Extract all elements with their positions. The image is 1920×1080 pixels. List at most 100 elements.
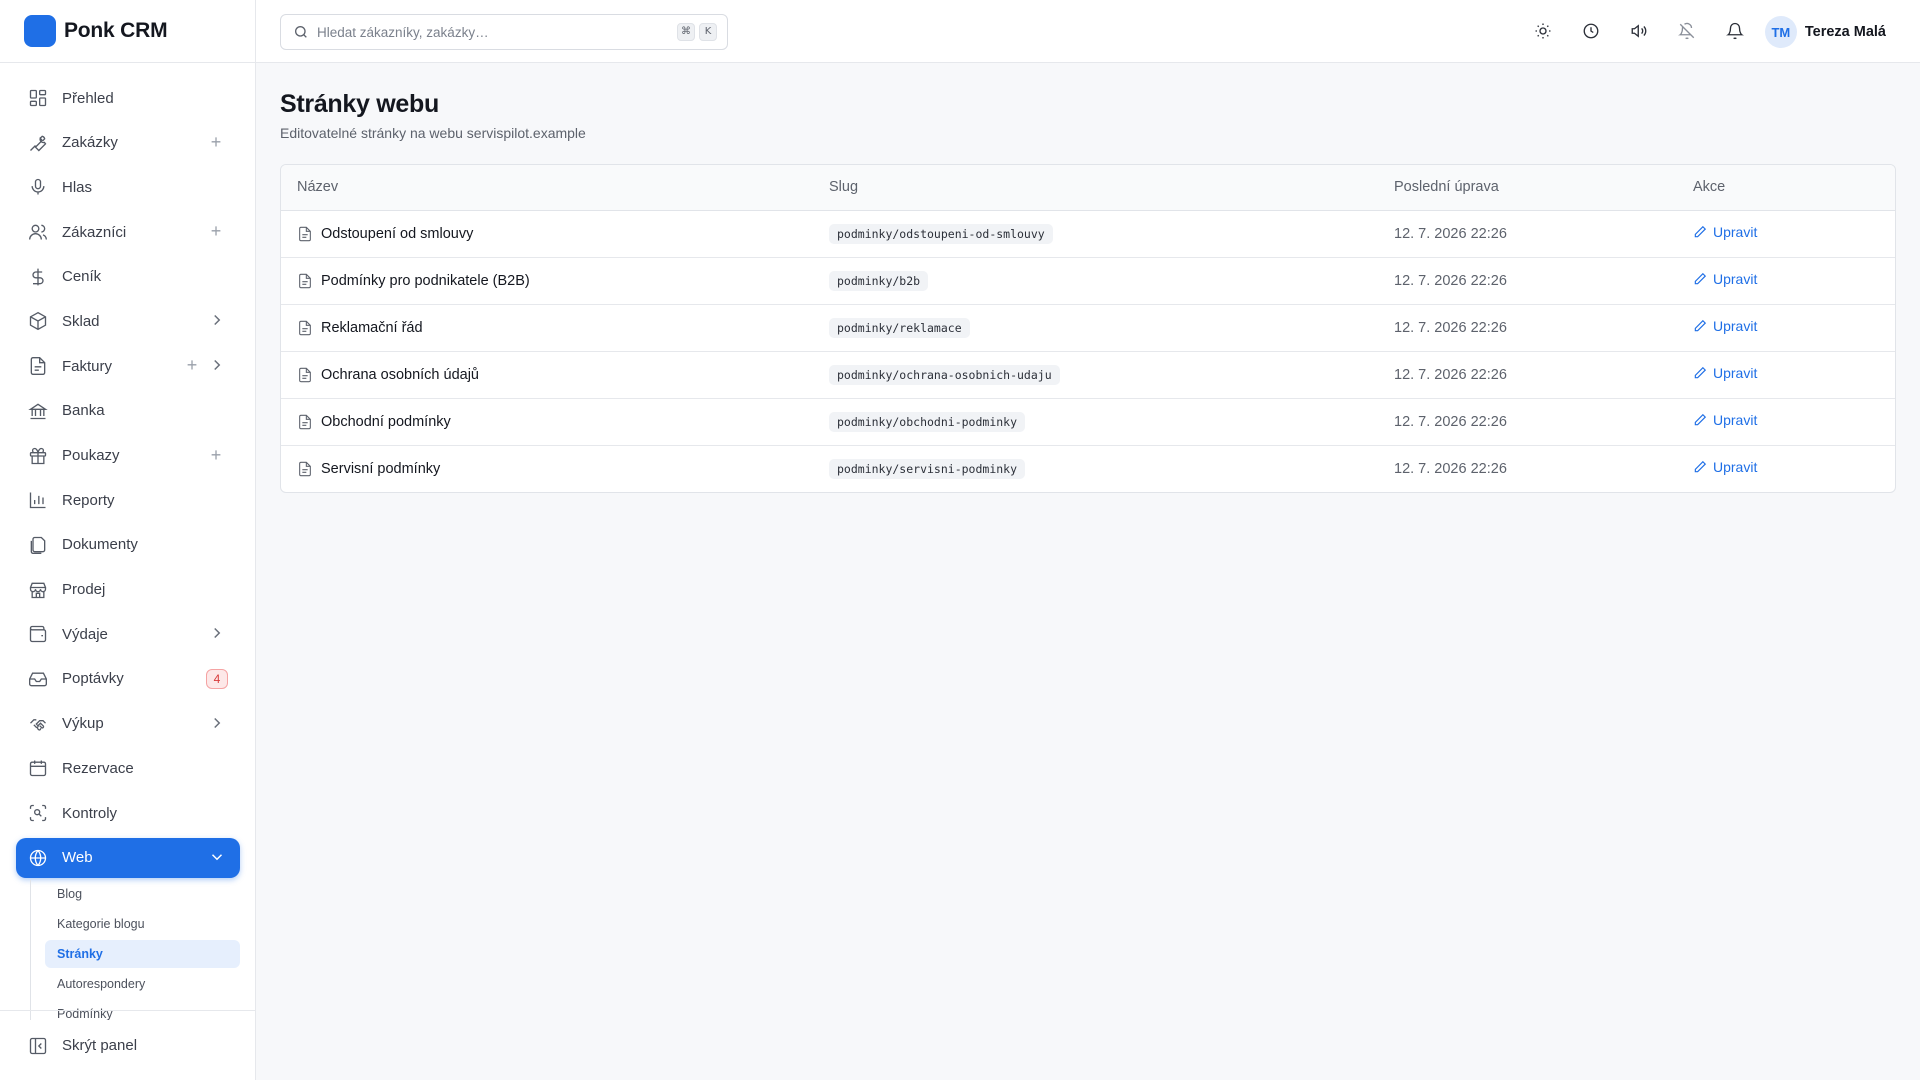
chevron-right-icon[interactable] (208, 311, 226, 329)
user-menu[interactable]: TM Tereza Malá (1764, 16, 1886, 48)
sidebar-item-label: Faktury (62, 357, 113, 375)
add-faktura-button[interactable]: + (184, 356, 200, 374)
gift-icon (28, 446, 48, 466)
column-header-posledni-uprava[interactable]: Poslední úprava (1394, 165, 1693, 211)
collapse-sidebar-button[interactable]: Skrýt panel (0, 1010, 255, 1080)
chevron-right-icon[interactable] (208, 714, 226, 732)
page-updated: 12. 7. 2026 22:26 (1394, 319, 1507, 336)
edit-button[interactable]: Upravit (1693, 271, 1757, 287)
table-row[interactable]: Obchodní podmínky podminky/obchodni-podm… (281, 398, 1895, 446)
handshake-icon (28, 714, 48, 734)
sidebar-item-kontroly[interactable]: Kontroly (16, 793, 240, 833)
sidebar-item-zakazky[interactable]: Zakázky + (16, 123, 240, 163)
table-row[interactable]: Servisní podmínky podminky/servisni-podm… (281, 445, 1895, 492)
table-row[interactable]: Odstoupení od smlouvy podminky/odstoupen… (281, 210, 1895, 258)
sidebar-item-hlas[interactable]: Hlas (16, 167, 240, 207)
add-poukaz-button[interactable]: + (208, 446, 224, 464)
sidebar-item-rezervace[interactable]: Rezervace (16, 748, 240, 788)
sidebar-item-label: Zákazníci (62, 223, 127, 241)
edit-button[interactable]: Upravit (1693, 412, 1757, 428)
page-name[interactable]: Podmínky pro podnikatele (B2B) (321, 273, 530, 289)
sidebar-item-vydaje[interactable]: Výdaje (16, 614, 240, 654)
pencil-icon (1693, 272, 1707, 286)
edit-button[interactable]: Upravit (1693, 459, 1757, 475)
search-icon (293, 24, 309, 40)
subnav-item-autorespondery[interactable]: Autorespondery (45, 970, 240, 998)
sidebar-item-banka[interactable]: Banka (16, 391, 240, 431)
subnav-item-blog[interactable]: Blog (45, 880, 240, 908)
edit-label: Upravit (1713, 412, 1758, 428)
edit-button[interactable]: Upravit (1693, 224, 1757, 240)
sidebar-item-poukazy[interactable]: Poukazy + (16, 436, 240, 476)
add-zakazka-button[interactable]: + (208, 133, 224, 151)
table-row[interactable]: Reklamační řád podminky/reklamace 12. 7.… (281, 304, 1895, 352)
file-icon (297, 367, 313, 383)
page-name[interactable]: Odstoupení od smlouvy (321, 226, 473, 242)
file-icon (297, 414, 313, 430)
file-icon (297, 226, 313, 242)
sidebar-item-label: Sklad (62, 312, 100, 330)
chevron-right-icon[interactable] (208, 356, 226, 374)
sidebar-item-label: Rezervace (62, 759, 134, 777)
app-logo (24, 15, 56, 47)
page-name[interactable]: Ochrana osobních údajů (321, 367, 479, 383)
bell-icon[interactable] (1726, 22, 1746, 42)
wallet-icon (28, 624, 48, 644)
table-row[interactable]: Ochrana osobních údajů podminky/ochrana-… (281, 351, 1895, 399)
page-name[interactable]: Servisní podmínky (321, 461, 440, 477)
scan-icon (28, 803, 48, 823)
edit-label: Upravit (1713, 224, 1758, 240)
file-icon (297, 273, 313, 289)
global-search[interactable]: ⌘ K (280, 14, 728, 50)
speaker-icon[interactable] (1630, 22, 1650, 42)
clock-icon[interactable] (1582, 22, 1602, 42)
sidebar-item-dokumenty[interactable]: Dokumenty (16, 525, 240, 565)
bell-off-icon[interactable] (1678, 22, 1698, 42)
sidebar-item-faktury[interactable]: Faktury + (16, 346, 240, 386)
brand[interactable]: Ponk CRM (0, 0, 255, 63)
dollar-icon (28, 267, 48, 287)
sun-icon[interactable] (1534, 22, 1554, 42)
subnav-item-stranky[interactable]: Stránky (45, 940, 240, 968)
web-subnav: Blog Kategorie blogu Stránky Autorespond… (30, 880, 240, 1020)
users-icon (28, 222, 48, 242)
sidebar-item-prodej[interactable]: Prodej (16, 570, 240, 610)
edit-label: Upravit (1713, 459, 1758, 476)
sidebar-item-web[interactable]: Web (16, 837, 240, 878)
table-header: Název Slug Poslední úprava Akce (281, 165, 1895, 211)
table-row[interactable]: Podmínky pro podnikatele (B2B) podminky/… (281, 257, 1895, 305)
microphone-icon (28, 177, 48, 197)
sidebar-item-poptavky[interactable]: Poptávky 4 (16, 659, 240, 699)
shortcut-key-cmd: ⌘ (677, 23, 695, 41)
sidebar-item-label: Hlas (62, 178, 93, 196)
sidebar-item-cenik[interactable]: Ceník (16, 257, 240, 297)
calendar-icon (28, 758, 48, 778)
page-name[interactable]: Reklamační řád (321, 320, 423, 336)
wrench-icon (28, 133, 48, 153)
sidebar-item-label: Ceník (62, 268, 102, 286)
edit-button[interactable]: Upravit (1693, 365, 1757, 381)
chevron-down-icon[interactable] (208, 848, 226, 866)
add-zakaznik-button[interactable]: + (208, 222, 224, 240)
column-header-slug[interactable]: Slug (829, 165, 1394, 211)
sidebar-item-label: Kontroly (62, 804, 118, 822)
sidebar-item-reporty[interactable]: Reporty (16, 480, 240, 520)
dashboard-icon (28, 88, 48, 108)
edit-button[interactable]: Upravit (1693, 318, 1757, 334)
sidebar-item-label: Poptávky (62, 670, 124, 688)
sidebar-item-zakaznici[interactable]: Zákazníci + (16, 212, 240, 252)
pencil-icon (1693, 460, 1707, 474)
page-name[interactable]: Obchodní podmínky (321, 414, 451, 430)
subnav-item-kategorie-blogu[interactable]: Kategorie blogu (45, 910, 240, 938)
sidebar-item-prehled[interactable]: Přehled (16, 78, 240, 118)
sidebar-item-label: Výkup (62, 715, 104, 733)
chevron-right-icon[interactable] (208, 624, 226, 642)
column-header-nazev[interactable]: Název (281, 165, 829, 211)
sidebar-item-vykup[interactable]: Výkup (16, 704, 240, 744)
bank-icon (28, 401, 48, 421)
pencil-icon (1693, 413, 1707, 427)
sidebar-item-sklad[interactable]: Sklad (16, 301, 240, 341)
search-input[interactable] (317, 24, 657, 40)
page-updated: 12. 7. 2026 22:26 (1394, 413, 1507, 430)
collapse-sidebar-label: Skrýt panel (62, 1037, 138, 1054)
